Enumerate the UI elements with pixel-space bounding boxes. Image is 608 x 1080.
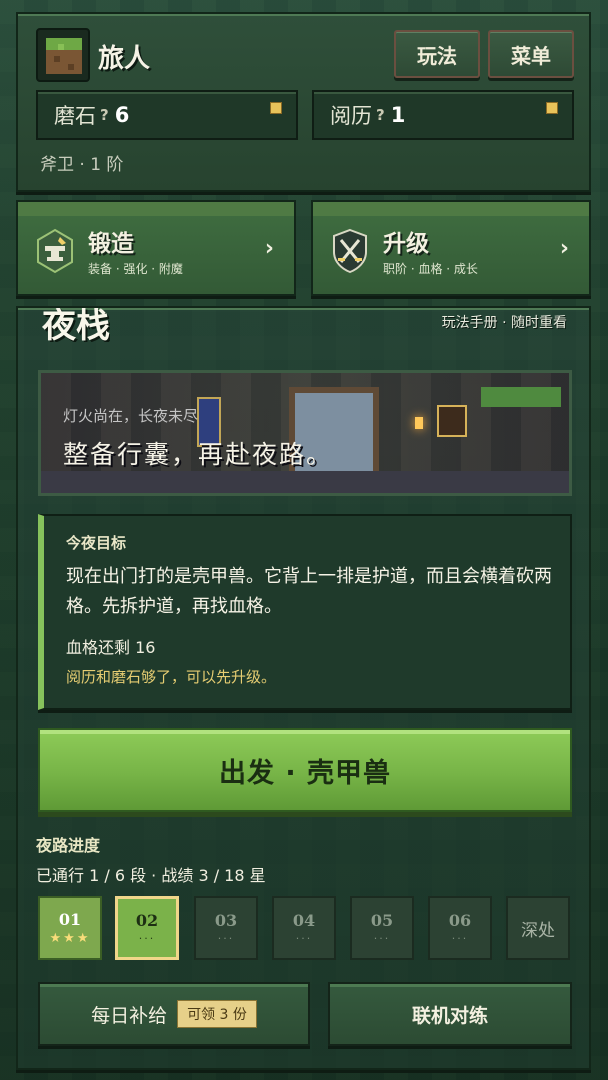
stage-number: 03 (214, 911, 238, 930)
forge-subtitle: 装备 · 强化 · 附魔 (88, 262, 183, 276)
daily-supply-label: 每日补给 (91, 1004, 168, 1027)
experience-help-icon[interactable]: ? (376, 106, 385, 124)
stage-number: 01 (58, 910, 82, 929)
stage-stars: ··· (451, 932, 469, 945)
daily-supply-button[interactable]: 每日补给 可领 3 份 (38, 982, 310, 1046)
objective-text: 现在出门打的是壳甲兽。它背上一排是护道，而且会横着砍两格。先拆护道，再找血格。 (66, 566, 552, 617)
menu-button[interactable]: 菜单 (488, 30, 574, 78)
depart-button-label: 出发 · 壳甲兽 (218, 757, 392, 789)
tavern-sign-icon (437, 405, 467, 437)
stage-stars: ··· (373, 932, 391, 945)
lantern-icon (415, 417, 423, 429)
stage-stars: ··· (138, 932, 156, 945)
stage-stars: ··· (217, 932, 235, 945)
online-sparring-button[interactable]: 联机对练 (328, 982, 572, 1046)
whetstone-label: 磨石 (54, 104, 96, 128)
stage-number: 04 (292, 911, 316, 930)
objective-hp: 血格还剩 16 (66, 638, 156, 657)
stage-05[interactable]: 05 ··· (350, 896, 414, 960)
objective-tip: 阅历和磨石够了，可以先升级。 (66, 668, 277, 686)
player-name: 旅人 (98, 44, 151, 74)
manual-link[interactable]: 玩法手册 · 随时重看 (442, 312, 567, 332)
rules-button[interactable]: 玩法 (394, 30, 480, 78)
page-title: 夜栈 (42, 308, 110, 342)
stage-stars: ★★★ (49, 931, 91, 946)
banner-subtitle: 灯火尚在，长夜未尽 (63, 407, 199, 425)
crossed-swords-shield-icon (333, 228, 367, 274)
forge-title: 锻造 (88, 231, 134, 257)
stage-06[interactable]: 06 ··· (428, 896, 492, 960)
whetstone-indicator-icon (270, 102, 282, 114)
banner-headline: 整备行囊，再赴夜路。 (63, 440, 334, 469)
progress-title: 夜路进度 (36, 836, 101, 855)
player-rank: 斧卫 · 1 阶 (40, 155, 124, 175)
stage-number: 05 (370, 911, 394, 930)
stage-04[interactable]: 04 ··· (272, 896, 336, 960)
upgrade-title: 升级 (383, 231, 429, 257)
forge-card[interactable]: 锻造 装备 · 强化 · 附魔 › (16, 200, 296, 296)
online-sparring-label: 联机对练 (411, 1004, 488, 1027)
objective-heading: 今夜目标 (66, 534, 127, 552)
stage-stars: ··· (295, 932, 313, 945)
stage-03[interactable]: 03 ··· (194, 896, 258, 960)
grass-block-icon (36, 28, 90, 82)
flower-box-icon (481, 387, 561, 407)
whetstone-value: 6 (114, 103, 130, 127)
stage-01[interactable]: 01 ★★★ (38, 896, 102, 960)
whetstone-counter[interactable]: 磨石 ? 6 (36, 90, 298, 140)
experience-value: 1 (390, 103, 406, 127)
experience-counter[interactable]: 阅历 ? 1 (312, 90, 574, 140)
deep-label: 深处 (521, 920, 555, 941)
depart-button[interactable]: 出发 · 壳甲兽 (38, 728, 572, 812)
stage-deep[interactable]: 深处 (506, 896, 570, 960)
whetstone-help-icon[interactable]: ? (100, 106, 109, 124)
chevron-right-icon: › (559, 236, 569, 261)
inn-banner: 灯火尚在，长夜未尽 整备行囊，再赴夜路。 (38, 370, 572, 496)
experience-indicator-icon (546, 102, 558, 114)
progress-stats: 已通行 1 / 6 段 · 战绩 3 / 18 星 (36, 866, 266, 885)
daily-supply-badge: 可领 3 份 (177, 1000, 257, 1028)
tonight-objective: 今夜目标 现在出门打的是壳甲兽。它背上一排是护道，而且会横着砍两格。先拆护道，再… (38, 514, 572, 710)
stage-number: 06 (448, 911, 472, 930)
stage-number: 02 (135, 911, 159, 930)
experience-label: 阅历 (330, 104, 372, 128)
chevron-right-icon: › (264, 236, 274, 261)
player-header: 旅人 玩法 菜单 磨石 ? 6 阅历 ? 1 斧卫 · 1 阶 (16, 12, 591, 192)
stage-02[interactable]: 02 ··· (115, 896, 179, 960)
upgrade-subtitle: 职阶 · 血格 · 成长 (383, 262, 478, 276)
inn-panel: 夜栈 玩法手册 · 随时重看 灯火尚在，长夜未尽 整备行囊，再赴夜路。 今夜目标… (16, 306, 591, 1070)
upgrade-card[interactable]: 升级 职阶 · 血格 · 成长 › (311, 200, 591, 296)
anvil-icon (37, 228, 73, 274)
